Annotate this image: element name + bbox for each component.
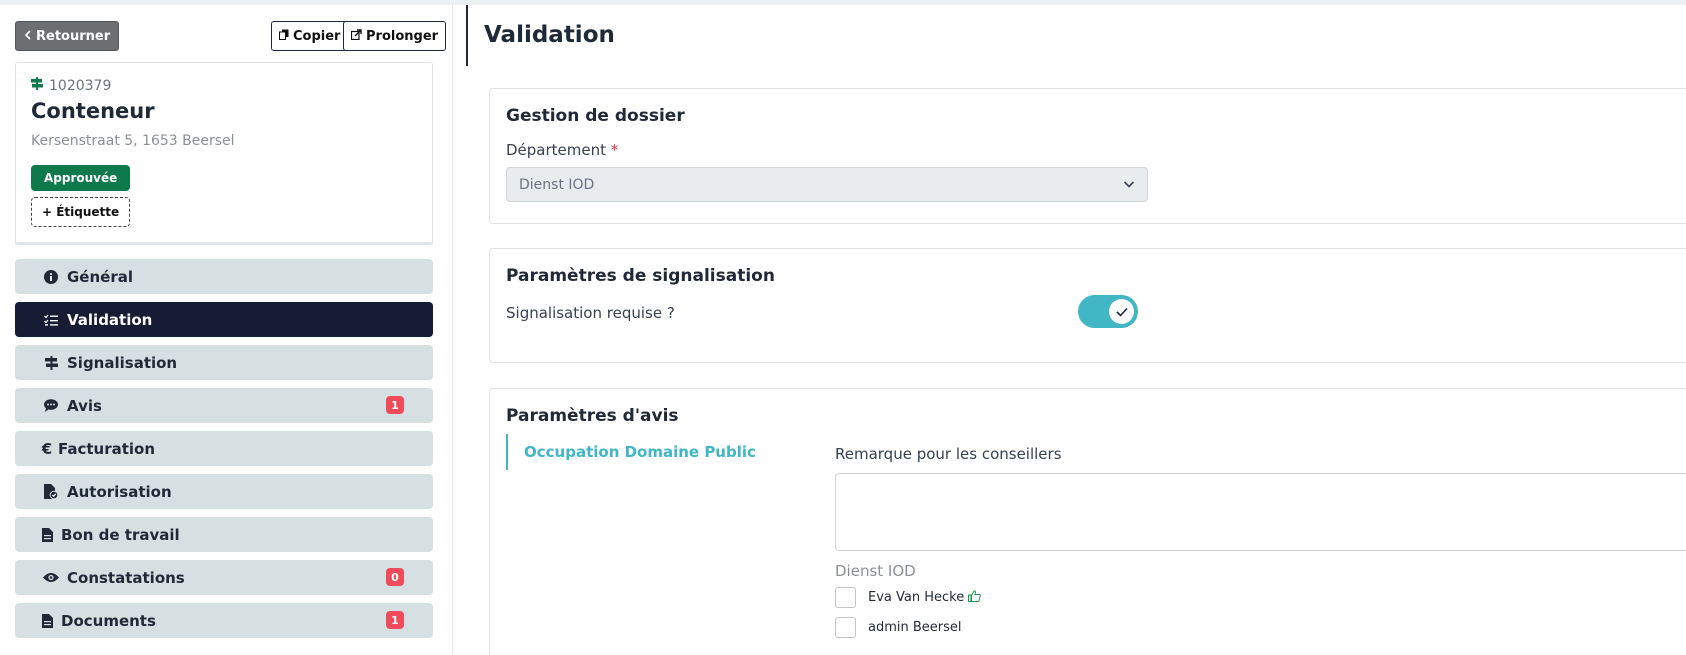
- file-icon: [41, 527, 53, 542]
- page-header: Validation: [466, 5, 1686, 66]
- file-icon: [41, 613, 53, 628]
- signalisation-panel-title: Paramètres de signalisation: [506, 266, 775, 286]
- signpost-icon: [31, 77, 43, 94]
- copy-button[interactable]: Copier: [271, 21, 349, 51]
- back-button[interactable]: Retourner: [15, 21, 120, 51]
- status-badge: Approuvée: [31, 165, 131, 191]
- signalisation-required-label: Signalisation requise ?: [506, 304, 675, 322]
- advisor-name: admin Beersel: [868, 620, 962, 635]
- nav-item-constatations[interactable]: Constatations 0: [15, 560, 433, 595]
- sidebar-nav: Général Validation Signalisation Avis 1 …: [15, 259, 433, 646]
- department-select-value: Dienst IOD: [519, 176, 595, 193]
- advisor-row: admin Beersel: [835, 617, 962, 638]
- advisor-checkbox[interactable]: [835, 617, 856, 638]
- dossier-id-value: 1020379: [49, 77, 112, 94]
- required-mark: *: [610, 141, 619, 159]
- remark-label: Remarque pour les conseillers: [835, 445, 1062, 463]
- nav-item-label: Avis: [67, 396, 102, 415]
- department-select[interactable]: Dienst IOD: [506, 167, 1148, 202]
- tab-occupation-domaine-public[interactable]: Occupation Domaine Public: [506, 434, 786, 470]
- eye-icon: [43, 572, 59, 583]
- signalisation-required-toggle[interactable]: [1078, 295, 1138, 328]
- signalisation-panel: Paramètres de signalisation Signalisatio…: [489, 248, 1686, 363]
- dossier-panel: Gestion de dossier Département * Dienst …: [489, 88, 1686, 224]
- check-icon: [1115, 302, 1128, 321]
- thumbs-up-icon: [968, 589, 981, 606]
- avis-panel: Paramètres d'avis Occupation Domaine Pub…: [489, 388, 1686, 655]
- nav-item-label: Documents: [61, 611, 156, 630]
- main-content: Validation Gestion de dossier Départemen…: [466, 5, 1686, 655]
- avis-panel-title: Paramètres d'avis: [506, 406, 679, 426]
- sidebar-border: [452, 5, 453, 655]
- department-label: Département *: [506, 141, 618, 159]
- extend-button-label: Prolonger: [366, 28, 439, 44]
- avis-count-badge: 1: [386, 396, 404, 414]
- add-tag-button[interactable]: + Étiquette: [31, 197, 131, 227]
- sidebar-divider: [15, 242, 433, 244]
- documents-count-badge: 1: [386, 611, 404, 629]
- nav-item-documents[interactable]: Documents 1: [15, 603, 433, 638]
- share-icon: [350, 28, 362, 44]
- nav-item-signalisation[interactable]: Signalisation: [15, 345, 433, 380]
- nav-item-label: Signalisation: [67, 353, 178, 372]
- extend-button[interactable]: Prolonger: [343, 21, 447, 51]
- remark-textarea[interactable]: [835, 473, 1686, 551]
- dossier-panel-title: Gestion de dossier: [506, 106, 685, 126]
- advisor-name: Eva Van Hecke: [868, 590, 965, 605]
- nav-item-label: Bon de travail: [61, 525, 180, 544]
- nav-item-label: Général: [67, 267, 133, 286]
- toggle-knob: [1109, 299, 1134, 324]
- info-icon: [43, 269, 59, 284]
- nav-item-autorisation[interactable]: Autorisation: [15, 474, 433, 509]
- nav-item-label: Facturation: [58, 439, 156, 458]
- dossier-id: 1020379: [31, 77, 111, 94]
- nav-item-label: Validation: [67, 310, 153, 329]
- chevron-down-icon: [1123, 178, 1135, 194]
- advisor-group-label: Dienst IOD: [835, 562, 916, 580]
- advisor-checkbox[interactable]: [835, 587, 856, 608]
- dossier-card: 1020379 Conteneur Kersenstraat 5, 1653 B…: [15, 62, 433, 245]
- copy-icon: [279, 29, 289, 44]
- comment-icon: [43, 399, 59, 412]
- nav-item-bon-de-travail[interactable]: Bon de travail: [15, 517, 433, 552]
- checklist-icon: [43, 314, 59, 326]
- chevron-left-icon: [24, 29, 32, 44]
- sidebar: Retourner Copier Prolonger 1020379 Conte…: [0, 5, 452, 655]
- nav-item-label: Constatations: [67, 568, 185, 587]
- constatations-count-badge: 0: [386, 568, 404, 586]
- euro-icon: €: [41, 439, 53, 458]
- nav-item-facturation[interactable]: € Facturation: [15, 431, 433, 466]
- copy-button-label: Copier: [293, 28, 341, 44]
- signpost-icon: [43, 355, 59, 370]
- back-button-label: Retourner: [36, 28, 111, 44]
- dossier-address: Kersenstraat 5, 1653 Beersel: [31, 133, 235, 149]
- dossier-title: Conteneur: [31, 99, 155, 123]
- nav-item-validation[interactable]: Validation: [15, 302, 433, 337]
- advisor-row: Eva Van Hecke: [835, 587, 981, 608]
- department-label-text: Département: [506, 141, 606, 159]
- file-check-icon: [43, 484, 59, 499]
- nav-item-avis[interactable]: Avis 1: [15, 388, 433, 423]
- nav-item-label: Autorisation: [67, 482, 172, 501]
- page-title: Validation: [484, 22, 615, 48]
- nav-item-general[interactable]: Général: [15, 259, 433, 294]
